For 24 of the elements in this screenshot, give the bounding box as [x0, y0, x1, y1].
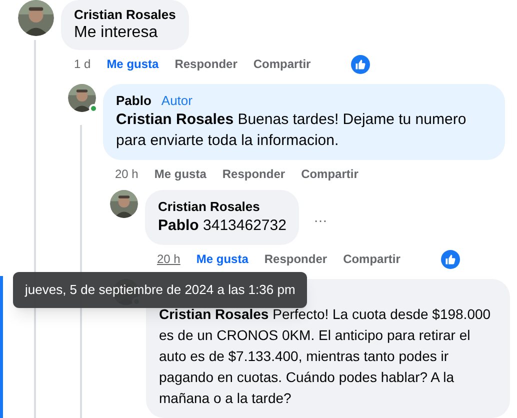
- reply-link[interactable]: Responder: [174, 55, 238, 73]
- author-role-label: Autor: [161, 93, 192, 109]
- thumbs-up-icon[interactable]: [441, 250, 460, 268]
- reply-link[interactable]: Responder: [222, 165, 286, 183]
- author-name[interactable]: Cristian Rosales: [74, 7, 176, 23]
- share-link[interactable]: Compartir: [253, 55, 311, 73]
- date-tooltip: jueves, 5 de septiembre de 2024 a las 1:36 pm: [13, 272, 308, 308]
- more-options-button[interactable]: …: [313, 207, 328, 228]
- timestamp-link[interactable]: 20 h: [115, 165, 138, 183]
- thumbs-up-icon[interactable]: [351, 54, 370, 74]
- like-link[interactable]: Me gusta: [106, 55, 159, 73]
- reply-link[interactable]: Responder: [264, 250, 328, 268]
- comment-text: Cristian Rosales Perfecto! La cuota desde $198.000 es de un CRONOS 0KM. El anticipo para retirar el auto es de $7.133.400, mientras tanto podes ir pagando en cuotas. Cuándo podes hablar? A la mañana o a la tarde?: [159, 305, 492, 408]
- author-name[interactable]: Cristian Rosales: [158, 199, 260, 215]
- timestamp-link[interactable]: 20 h: [157, 250, 180, 268]
- share-link[interactable]: Compartir: [343, 250, 400, 268]
- timestamp-link[interactable]: 1 d: [74, 55, 91, 73]
- comment-text: Pablo 3413462732: [158, 216, 286, 236]
- like-link[interactable]: Me gusta: [154, 165, 206, 183]
- author-name[interactable]: Pablo: [116, 93, 152, 109]
- like-link[interactable]: Me gusta: [196, 250, 248, 268]
- share-link[interactable]: Compartir: [301, 165, 358, 183]
- comment-text: Me interesa: [74, 23, 159, 43]
- comment-text: Cristian Rosales Buenas tardes! Dejame tu numero para enviarte toda la informacion.: [116, 110, 468, 151]
